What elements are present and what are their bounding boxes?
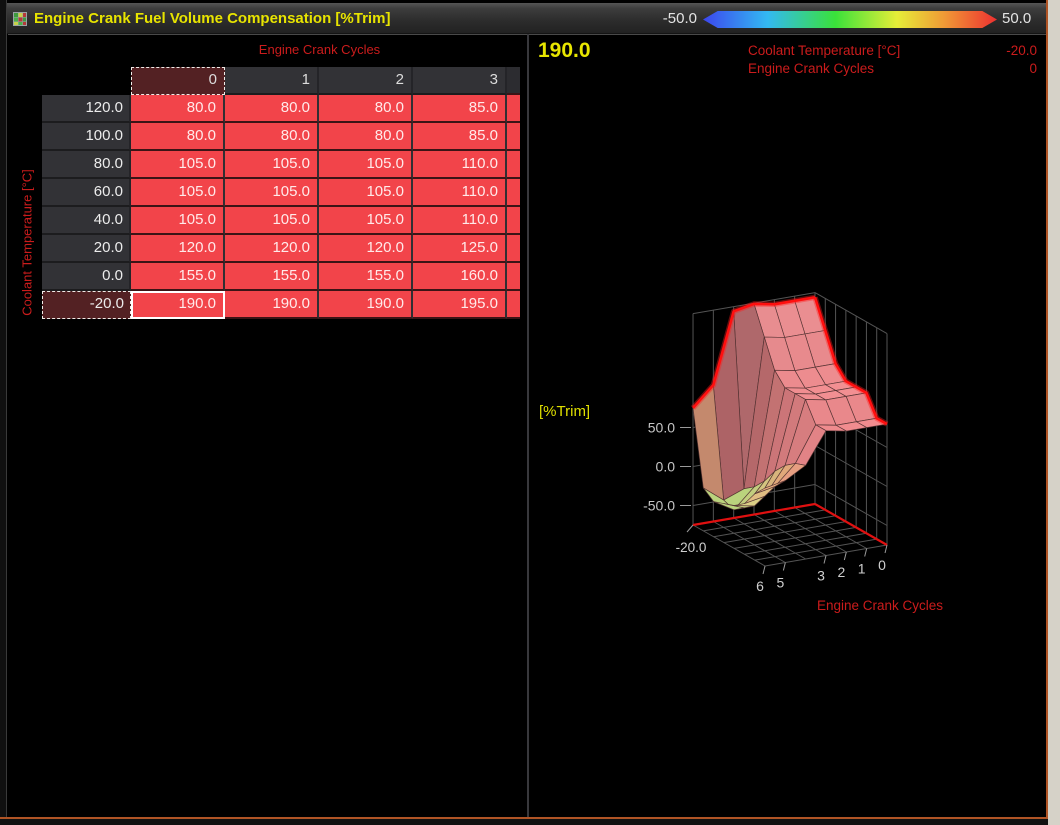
col-header-2[interactable]: 2 [319, 67, 413, 95]
svg-text:-20.0: -20.0 [676, 540, 707, 555]
table-corner [42, 67, 131, 95]
svg-text:6: 6 [756, 578, 764, 594]
table-row: -20.0190.0190.0190.0195.0 [42, 291, 520, 319]
row-header-20.0[interactable]: 20.0 [42, 235, 131, 263]
color-scale-max-label: 50.0 [1002, 3, 1046, 34]
window-titlebar[interactable]: Engine Crank Fuel Volume Compensation [%… [0, 3, 1047, 34]
table-cell[interactable]: 85.0 [413, 123, 507, 151]
table-cell[interactable]: 110.0 [413, 207, 507, 235]
map-table-panel: Engine Crank Cycles Coolant Temperature … [8, 34, 527, 817]
table-row: 40.0105.0105.0105.0110.0 [42, 207, 520, 235]
row-header-100.0[interactable]: 100.0 [42, 123, 131, 151]
table-cell[interactable]: 110.0 [413, 179, 507, 207]
svg-text:Engine Crank Cycles: Engine Crank Cycles [817, 598, 943, 613]
table-cell[interactable]: 80.0 [225, 95, 319, 123]
table-cell[interactable]: 110.0 [413, 151, 507, 179]
table-cell[interactable]: 85.0 [413, 95, 507, 123]
row-header-40.0[interactable]: 40.0 [42, 207, 131, 235]
table-row: 20.0120.0120.0120.0125.0 [42, 235, 520, 263]
map-editor-window: Engine Crank Fuel Volume Compensation [%… [0, 0, 1060, 825]
table-cell[interactable]: 155.0 [131, 263, 225, 291]
svg-text:3: 3 [817, 567, 825, 583]
table-cell-partial[interactable] [507, 263, 520, 291]
table-map-icon [13, 12, 27, 26]
col-header-0[interactable]: 0 [131, 67, 225, 95]
col-header-1[interactable]: 1 [225, 67, 319, 95]
table-cell[interactable]: 190.0 [225, 291, 319, 319]
table-cell[interactable]: 105.0 [225, 179, 319, 207]
color-scale-min-label: -50.0 [600, 3, 697, 34]
svg-text:-50.0: -50.0 [643, 498, 675, 514]
svg-text:0: 0 [878, 557, 886, 573]
window-left-edge [0, 0, 7, 819]
svg-text:50.0: 50.0 [648, 420, 675, 436]
table-cell[interactable]: 80.0 [131, 95, 225, 123]
table-cell[interactable]: 120.0 [319, 235, 413, 263]
col-header-3[interactable]: 3 [413, 67, 507, 95]
table-cell-partial[interactable] [507, 95, 520, 123]
window-title: Engine Crank Fuel Volume Compensation [%… [34, 3, 390, 34]
row-header-80.0[interactable]: 80.0 [42, 151, 131, 179]
svg-text:1: 1 [858, 560, 866, 576]
map-table: 0123120.080.080.080.085.0100.080.080.080… [42, 67, 520, 319]
table-cell-partial[interactable] [507, 123, 520, 151]
table-cell-partial[interactable] [507, 207, 520, 235]
table-cell[interactable]: 155.0 [319, 263, 413, 291]
table-cell[interactable]: 80.0 [319, 123, 413, 151]
row-header--20.0[interactable]: -20.0 [42, 291, 131, 319]
table-row: 60.0105.0105.0105.0110.0 [42, 179, 520, 207]
color-scale-gradient-bar [703, 11, 997, 28]
docked-panel-strip[interactable] [1048, 0, 1060, 825]
table-cell-partial[interactable] [507, 179, 520, 207]
svg-text:2: 2 [837, 564, 845, 580]
row-header-60.0[interactable]: 60.0 [42, 179, 131, 207]
table-y-axis-label: Coolant Temperature [°C] [20, 128, 35, 358]
table-cell[interactable]: 105.0 [319, 207, 413, 235]
window-bottom-gap [0, 819, 1048, 825]
table-cell[interactable]: 105.0 [131, 207, 225, 235]
table-cell[interactable]: 80.0 [131, 123, 225, 151]
table-cell[interactable]: 80.0 [225, 123, 319, 151]
table-cell[interactable]: 105.0 [319, 151, 413, 179]
table-row: 80.0105.0105.0105.0110.0 [42, 151, 520, 179]
table-cell[interactable]: 160.0 [413, 263, 507, 291]
table-cell[interactable]: 105.0 [225, 151, 319, 179]
table-row: 0.0155.0155.0155.0160.0 [42, 263, 520, 291]
surface-3d-plot[interactable]: 50.0 0.0 -50.0 65 3210 -20.0 Engine Crank Cycl… [529, 35, 1046, 818]
table-cell[interactable]: 120.0 [225, 235, 319, 263]
svg-text:0.0: 0.0 [656, 459, 676, 475]
table-cell[interactable]: 105.0 [225, 207, 319, 235]
table-cell[interactable]: 125.0 [413, 235, 507, 263]
table-cell[interactable]: 190.0 [319, 291, 413, 319]
col-header-partial[interactable] [507, 67, 520, 95]
row-header-0.0[interactable]: 0.0 [42, 263, 131, 291]
table-cell[interactable]: 105.0 [319, 179, 413, 207]
table-row: 120.080.080.080.085.0 [42, 95, 520, 123]
table-x-axis-label: Engine Crank Cycles [131, 42, 508, 57]
table-cell-partial[interactable] [507, 235, 520, 263]
surface-plot-panel: 190.0 Coolant Temperature [°C] -20.0 Eng… [529, 34, 1046, 817]
table-cell[interactable]: 105.0 [131, 151, 225, 179]
row-header-120.0[interactable]: 120.0 [42, 95, 131, 123]
table-cell-partial[interactable] [507, 151, 520, 179]
table-cell[interactable]: 195.0 [413, 291, 507, 319]
table-cell-partial[interactable] [507, 291, 520, 319]
table-cell[interactable]: 120.0 [131, 235, 225, 263]
table-cell[interactable]: 105.0 [131, 179, 225, 207]
table-cell[interactable]: 80.0 [319, 95, 413, 123]
svg-text:5: 5 [776, 574, 784, 590]
table-row: 100.080.080.080.085.0 [42, 123, 520, 151]
window-content: Engine Crank Cycles Coolant Temperature … [8, 34, 1046, 817]
table-cell[interactable]: 190.0 [131, 291, 225, 319]
table-cell[interactable]: 155.0 [225, 263, 319, 291]
